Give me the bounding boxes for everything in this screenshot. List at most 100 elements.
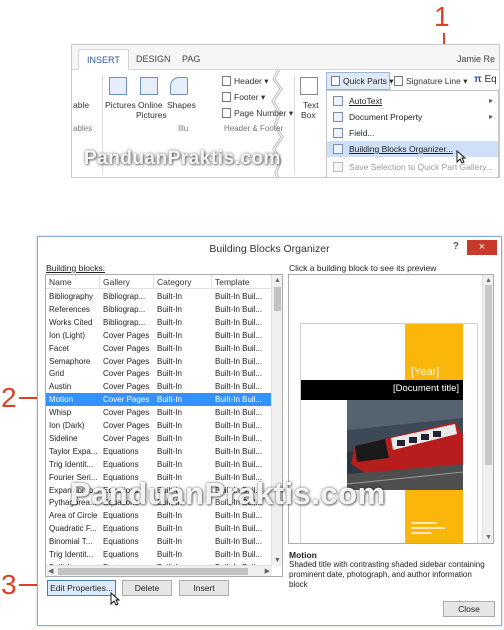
scroll-down-icon[interactable]: ▼ <box>274 556 281 565</box>
cell-gallery: Bibliograp... <box>103 304 146 314</box>
signature-line-button[interactable]: Signature Line ▾ <box>394 76 467 87</box>
table-row[interactable]: Ion (Dark) Cover Pages Built-In Built-In Bu… <box>46 419 272 432</box>
tab-page-layout[interactable]: PAG <box>174 49 208 70</box>
shapes-button[interactable]: Shapes <box>167 100 196 110</box>
cell-template: Built-In Buil... <box>215 330 263 340</box>
cell-name: Bibliography <box>49 292 94 301</box>
table-row[interactable]: Grid Cover Pages Built-In Built-In Buil... <box>46 367 272 380</box>
scroll-up-icon[interactable]: ▲ <box>274 276 281 285</box>
building-blocks-icon <box>333 144 343 154</box>
table-row[interactable]: References Bibliograp... Built-In Built-In … <box>46 303 272 316</box>
quick-parts-label: Quick Parts <box>343 76 387 86</box>
cell-category: Built-In <box>157 369 182 379</box>
menu-item-label: Building Blocks Organizer... <box>349 144 453 154</box>
delete-button[interactable]: Delete <box>122 580 172 596</box>
text-box-button-line2[interactable]: Box <box>301 110 316 120</box>
text-box-button[interactable]: Text <box>303 100 319 110</box>
cell-name: Semaphore <box>49 356 91 366</box>
column-header-name[interactable]: Name <box>46 275 100 289</box>
close-window-button[interactable]: × <box>467 240 497 255</box>
scroll-thumb[interactable] <box>274 287 281 311</box>
table-row[interactable]: Sideline Cover Pages Built-In Built-In Buil… <box>46 432 272 445</box>
text-box-icon[interactable] <box>300 77 318 95</box>
menu-item-document-property[interactable]: Document Property ▸ <box>327 109 498 125</box>
column-header-category[interactable]: Category <box>154 275 212 289</box>
footer-button[interactable]: Footer ▾ <box>222 92 265 103</box>
footer-icon <box>222 92 231 102</box>
menu-item-autotext[interactable]: AutoText ▸ <box>327 93 498 109</box>
table-row[interactable]: Facet Cover Pages Built-In Built-In Buil... <box>46 342 272 355</box>
equation-button[interactable]: π Eq <box>474 74 497 85</box>
signature-icon <box>394 76 403 86</box>
cell-name: Facet <box>49 343 70 353</box>
pictures-icon[interactable] <box>109 77 127 95</box>
cell-template: Built-In Buil... <box>215 408 263 418</box>
table-row[interactable]: Ion (Light) Cover Pages Built-In Built-In B… <box>46 329 272 342</box>
cell-category: Built-In <box>157 459 182 469</box>
cell-template: Built-In Buil... <box>215 356 263 366</box>
shapes-icon[interactable] <box>170 77 188 95</box>
scroll-down-icon[interactable]: ▼ <box>485 533 492 542</box>
scroll-thumb[interactable] <box>485 285 492 465</box>
table-row[interactable]: Whisp Cover Pages Built-In Built-In Buil... <box>46 406 272 419</box>
close-button[interactable]: Close <box>443 601 495 617</box>
submenu-arrow-icon: ▸ <box>488 96 493 105</box>
table-label[interactable]: able <box>73 100 89 110</box>
scroll-up-icon[interactable]: ▲ <box>485 276 492 285</box>
cell-template: Built-In Buil... <box>215 317 263 327</box>
mouse-cursor-icon <box>110 592 120 606</box>
cell-template: Built-In Buil... <box>215 524 263 534</box>
online-pictures-button[interactable]: Online <box>138 100 163 110</box>
menu-item-field[interactable]: Field... <box>327 125 498 141</box>
tab-design[interactable]: DESIGN <box>128 49 179 70</box>
cell-name: Austin <box>49 382 72 392</box>
ribbon-tab-bar: INSERT DESIGN PAG Jamie Re <box>72 45 499 70</box>
preview-scrollbar[interactable]: ▲ ▼ <box>482 275 493 543</box>
table-row[interactable]: Taylor Expa... Equations Built-In Built-In … <box>46 445 272 458</box>
cell-template: Built-In Buil... <box>215 459 263 469</box>
quick-parts-button[interactable]: Quick Parts ▾ <box>326 72 394 90</box>
list-vertical-scrollbar[interactable]: ▲ ▼ <box>271 275 282 566</box>
table-row[interactable]: Motion Cover Pages Built-In Built-In Buil..… <box>46 393 272 407</box>
building-blocks-list[interactable]: Name Gallery Category Template Bibliogra… <box>45 274 283 577</box>
cell-template: Built-In Buil... <box>215 421 263 430</box>
edit-properties-button[interactable]: Edit Properties... <box>47 580 116 596</box>
column-header-template[interactable]: Template <box>212 275 272 289</box>
list-header: Name Gallery Category Template <box>46 275 272 289</box>
scroll-left-icon[interactable]: ◀ <box>48 567 53 576</box>
cell-name: Motion <box>49 395 74 405</box>
insert-button[interactable]: Insert <box>179 580 229 596</box>
menu-item-save-selection[interactable]: Save Selection to Quick Part Gallery... <box>327 159 498 175</box>
list-horizontal-scrollbar[interactable]: ◀ ▶ <box>46 565 272 576</box>
menu-item-label: Document Property <box>349 112 423 122</box>
tab-insert[interactable]: INSERT <box>78 49 129 70</box>
help-button[interactable]: ? <box>453 241 459 252</box>
table-row[interactable]: Austin Cover Pages Built-In Built-In Buil..… <box>46 380 272 393</box>
building-blocks-organizer-dialog: Building Blocks Organizer ? × Building b… <box>37 236 502 626</box>
scroll-right-icon[interactable]: ▶ <box>265 567 270 576</box>
table-row[interactable]: Trig Identit... Equations Built-In Built-In… <box>46 458 272 471</box>
online-pictures-button-line2[interactable]: Pictures <box>136 110 167 120</box>
pictures-button[interactable]: Pictures <box>105 100 136 110</box>
online-pictures-icon[interactable] <box>140 77 158 95</box>
footer-label: Footer <box>234 92 259 102</box>
cell-template: Built-In Buil... <box>215 292 263 301</box>
table-row[interactable]: Quadratic F... Equations Built-In Built-In … <box>46 522 272 535</box>
cell-category: Built-In <box>157 356 182 366</box>
column-header-gallery[interactable]: Gallery <box>100 275 154 289</box>
table-row[interactable]: Trig Identit... Equations Built-In Built-In… <box>46 548 272 561</box>
cell-gallery: Equations <box>103 537 139 547</box>
table-row[interactable]: Works Cited Bibliograp... Built-In Built-In… <box>46 316 272 329</box>
cell-template: Built-In Buil... <box>215 537 263 547</box>
block-description-title: Motion <box>289 550 317 560</box>
table-row[interactable]: Semaphore Cover Pages Built-In Built-In Bui… <box>46 355 272 368</box>
cell-category: Built-In <box>157 433 182 443</box>
table-row[interactable]: Binomial T... Equations Built-In Built-In B… <box>46 535 272 548</box>
scroll-thumb[interactable] <box>58 568 248 575</box>
table-row[interactable]: Bibliography Bibliograp... Built-In Built-I… <box>46 290 272 303</box>
page-number-button[interactable]: Page Number ▾ <box>222 108 293 119</box>
menu-item-building-blocks-organizer[interactable]: Building Blocks Organizer... <box>327 141 498 157</box>
cell-category: Built-In <box>157 446 182 456</box>
cell-gallery: Cover Pages <box>103 369 150 379</box>
header-button[interactable]: Header ▾ <box>222 76 269 87</box>
